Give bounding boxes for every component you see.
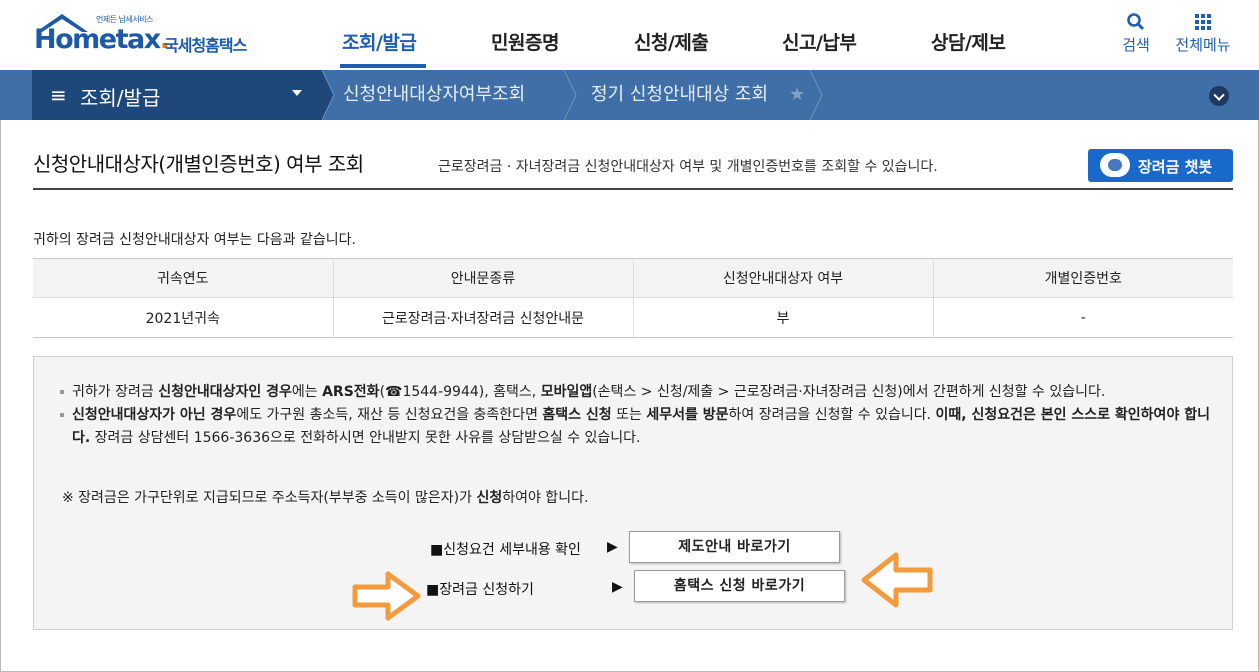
search-button[interactable]: 검색 <box>1118 12 1154 55</box>
favorite-star-icon[interactable]: ★ <box>789 84 805 105</box>
table-header-row: 귀속연도 안내문종류 신청안내대상자 여부 개별인증번호 <box>33 258 1233 298</box>
triangle-right-icon: ▶ <box>607 539 618 555</box>
table-row: 2021년귀속 근로장려금·자녀장려금 신청안내문 부 - <box>33 297 1233 338</box>
info-bullet-non-target: 신청안내대상자가 아닌 경우에도 가구원 총소득, 재산 등 신청요건을 충족한… <box>58 404 1218 450</box>
caret-down-icon <box>292 90 302 96</box>
page-subtitle: 근로장려금 · 자녀장려금 신청안내대상자 여부 및 개별인증번호를 조회할 수… <box>438 159 938 175</box>
cell-notice-type: 근로장려금·자녀장려금 신청안내문 <box>333 297 634 338</box>
col-header-notice-type: 안내문종류 <box>333 258 634 298</box>
chatbot-button[interactable]: 장려금 챗봇 <box>1088 149 1233 182</box>
hamburger-icon: ≡ <box>50 83 67 107</box>
breadcrumb-separator-icon <box>322 70 335 120</box>
nav-report-payment[interactable]: 신고/납부 <box>782 28 857 55</box>
cell-auth-number: - <box>933 297 1233 338</box>
nav-inquiry-issue[interactable]: 조회/발급 <box>342 28 417 55</box>
breadcrumb-separator-icon <box>810 70 823 120</box>
loc-category-dropdown[interactable]: ≡ 조회/발급 <box>32 70 322 120</box>
logo-home-text: Home <box>34 24 117 55</box>
hometax-apply-button[interactable]: 홈택스 신청 바로가기 <box>634 570 845 602</box>
page-title: 신청안내대상자(개별인증번호) 여부 조회 <box>33 152 364 176</box>
title-divider <box>33 188 1233 190</box>
loc-third-item[interactable]: 정기 신청안내대상 조회 <box>591 70 768 120</box>
result-description: 귀하의 장려금 신청안내대상자 여부는 다음과 같습니다. <box>33 232 356 248</box>
grid-menu-icon <box>1195 14 1211 30</box>
nav-civil-certificate[interactable]: 민원증명 <box>491 28 559 55</box>
col-header-target-status: 신청안내대상자 여부 <box>633 258 934 298</box>
full-menu-button[interactable]: 전체메뉴 <box>1170 12 1236 55</box>
info-note: ※ 장려금은 가구단위로 지급되므로 주소득자(부부중 소득이 많은자)가 신청… <box>62 490 589 506</box>
logo-tax-text: tax <box>115 24 162 55</box>
hometax-logo[interactable]: 언제든 납세서비스 Hometax. 국세청홈택스 <box>32 12 272 60</box>
col-header-year: 귀속연도 <box>33 258 334 298</box>
apply-label: ■장려금 신청하기 <box>426 582 534 598</box>
triangle-right-icon: ▶ <box>612 579 623 595</box>
cell-year: 2021년귀속 <box>33 297 334 338</box>
chatbot-label: 장려금 챗봇 <box>1138 158 1213 176</box>
nav-active-indicator <box>340 64 426 68</box>
result-table: 귀속연도 안내문종류 신청안내대상자 여부 개별인증번호 2021년귀속 근로장… <box>33 258 1233 338</box>
arrow-right-annotation-icon <box>352 571 421 621</box>
nav-application-submission[interactable]: 신청/제출 <box>634 28 709 55</box>
site-header: 언제든 납세서비스 Hometax. 국세청홈택스 조회/발급 민원증명 신청/… <box>0 0 1259 70</box>
logo-wordmark: Hometax. <box>34 24 170 55</box>
arrow-left-annotation-icon <box>861 552 933 608</box>
info-box: 귀하가 장려금 신청안내대상자인 경우에는 ARS전화(☎1544-9944),… <box>33 356 1233 630</box>
full-menu-label: 전체메뉴 <box>1175 36 1231 54</box>
info-bullets: 귀하가 장려금 신청안내대상자인 경우에는 ARS전화(☎1544-9944),… <box>58 381 1218 450</box>
nav-consult-report[interactable]: 상담/제보 <box>931 28 1006 55</box>
chatbot-icon <box>1100 153 1130 177</box>
breadcrumb-separator-icon <box>564 70 577 120</box>
expand-chevron-icon[interactable] <box>1209 86 1229 106</box>
search-label: 검색 <box>1122 36 1150 54</box>
system-guide-button[interactable]: 제도안내 바로가기 <box>629 531 840 563</box>
loc-second-item[interactable]: 신청안내대상자여부조회 <box>343 70 525 120</box>
requirements-label: ■신청요건 세부내용 확인 <box>430 542 581 558</box>
loc-category-label: 조회/발급 <box>80 86 161 110</box>
cell-target-status: 부 <box>633 297 934 338</box>
search-icon <box>1127 13 1145 31</box>
logo-korean-name: 국세청홈택스 <box>164 36 247 55</box>
col-header-auth-number: 개별인증번호 <box>933 258 1233 298</box>
info-bullet-target: 귀하가 장려금 신청안내대상자인 경우에는 ARS전화(☎1544-9944),… <box>58 381 1218 404</box>
